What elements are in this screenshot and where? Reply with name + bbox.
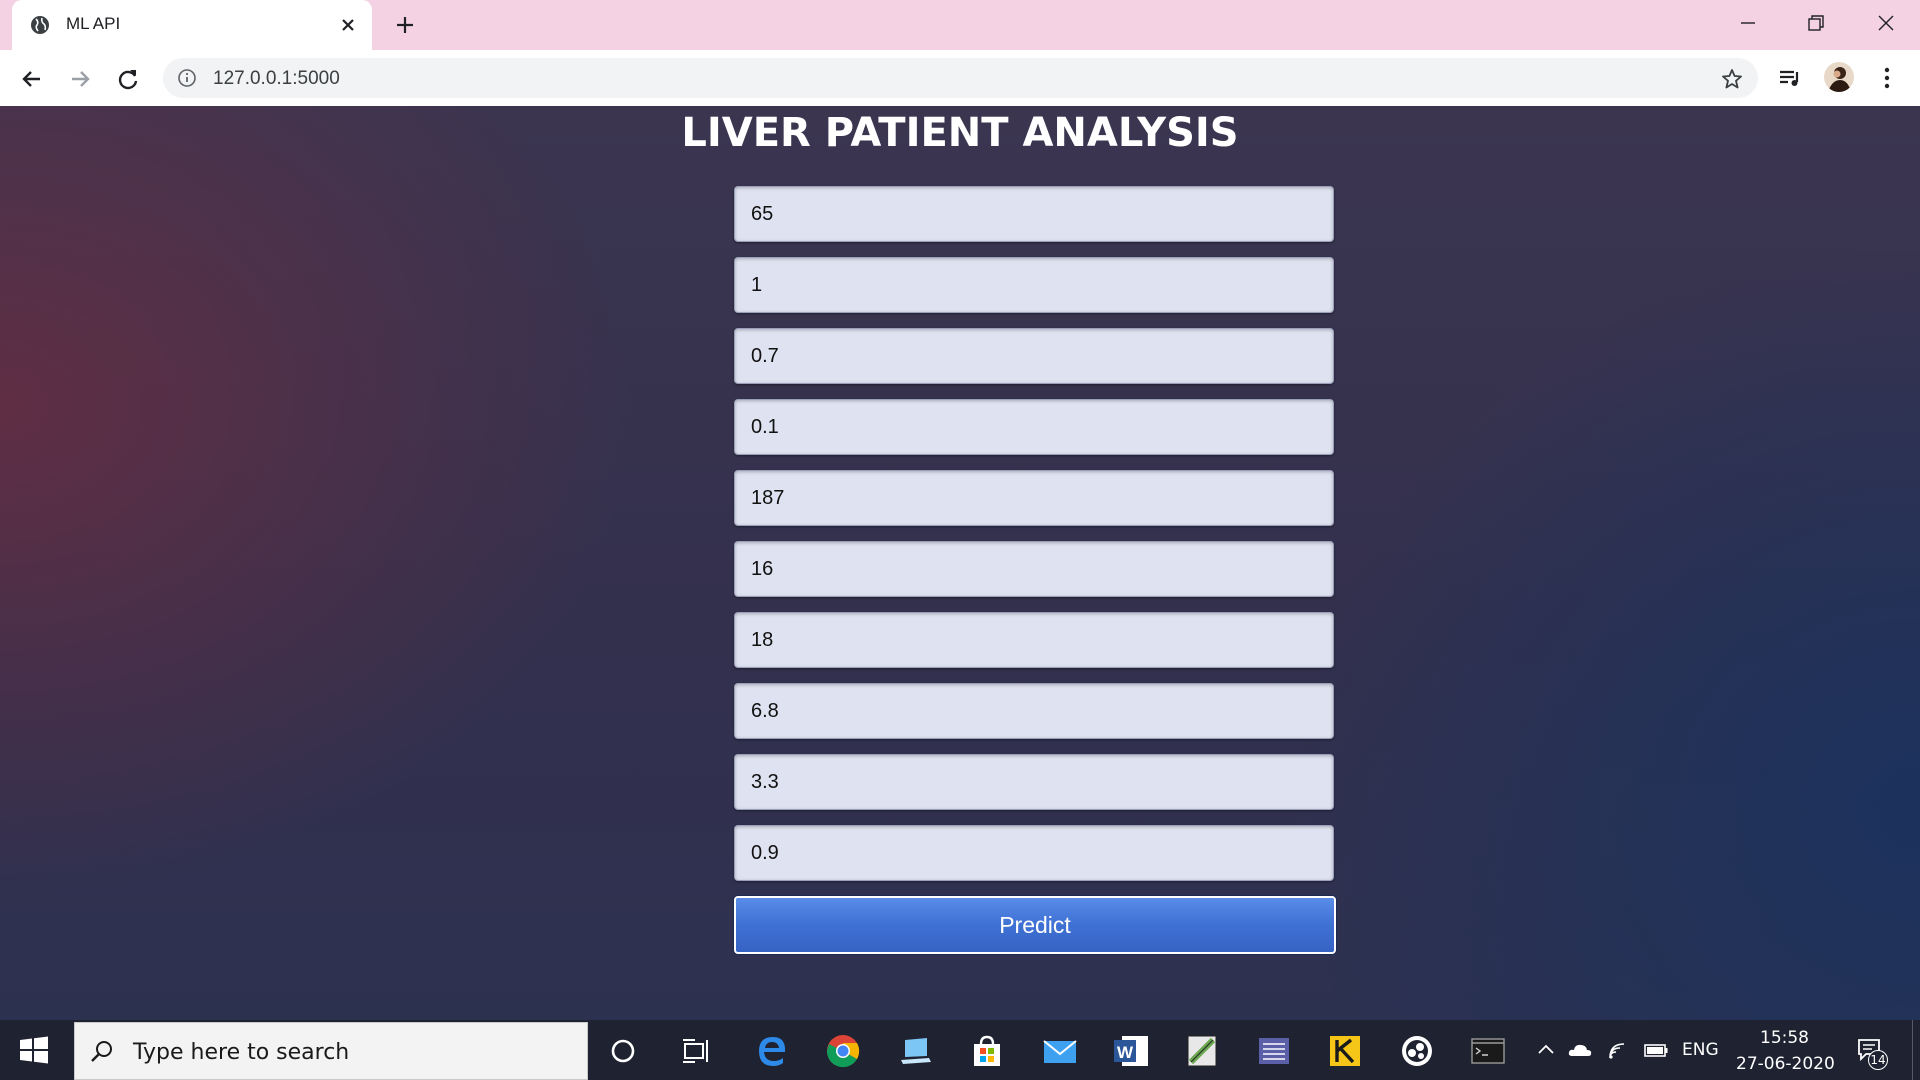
feature-input-10[interactable]: [734, 825, 1334, 881]
feature-input-6[interactable]: [734, 541, 1334, 597]
feature-input-4[interactable]: [734, 399, 1334, 455]
feature-input-2[interactable]: [734, 257, 1334, 313]
media-controls-icon[interactable]: [1776, 64, 1804, 92]
minimize-icon[interactable]: [1735, 10, 1761, 36]
app-chart-icon[interactable]: [1253, 1030, 1295, 1072]
feature-input-7[interactable]: [734, 612, 1334, 668]
url-text: 127.0.0.1:5000: [213, 68, 340, 89]
svg-text:W: W: [1117, 1043, 1134, 1062]
menu-kebab-icon[interactable]: [1873, 64, 1901, 92]
feature-input-9[interactable]: [734, 754, 1334, 810]
cortana-icon[interactable]: [602, 1030, 644, 1072]
battery-icon[interactable]: [1642, 1038, 1670, 1062]
predict-button[interactable]: Predict: [734, 896, 1336, 954]
windows-taskbar: Type here to search W ENG 15:58 27-06-20…: [0, 1020, 1920, 1080]
globe-icon: [31, 16, 49, 34]
close-tab-icon[interactable]: [336, 13, 360, 37]
obs-icon[interactable]: [1396, 1030, 1438, 1072]
reload-icon[interactable]: [114, 65, 142, 93]
clock[interactable]: 15:58 27-06-2020: [1730, 1024, 1835, 1078]
feature-input-1[interactable]: [734, 186, 1334, 242]
feature-input-8[interactable]: [734, 683, 1334, 739]
info-icon[interactable]: [177, 68, 197, 88]
search-placeholder: Type here to search: [133, 1040, 350, 1065]
edge-icon[interactable]: [752, 1030, 794, 1072]
show-desktop-button[interactable]: [1912, 1020, 1920, 1080]
word-icon[interactable]: W: [1110, 1030, 1152, 1072]
taskbar-search-box[interactable]: Type here to search: [74, 1022, 588, 1080]
profile-avatar[interactable]: [1824, 62, 1854, 92]
tab-strip: ML API: [0, 0, 1920, 50]
kite-icon[interactable]: [1324, 1030, 1366, 1072]
this-pc-icon[interactable]: [895, 1030, 937, 1072]
address-bar[interactable]: 127.0.0.1:5000: [163, 58, 1758, 98]
tab-title: ML API: [66, 14, 121, 33]
mail-icon[interactable]: [1039, 1030, 1081, 1072]
language-indicator[interactable]: ENG: [1682, 1040, 1719, 1060]
notepad-plus-plus-icon[interactable]: [1181, 1030, 1223, 1072]
restore-icon[interactable]: [1803, 10, 1829, 36]
wifi-icon[interactable]: [1606, 1038, 1632, 1062]
close-window-icon[interactable]: [1873, 10, 1899, 36]
back-icon[interactable]: [18, 65, 46, 93]
page-content: LIVER PATIENT ANALYSIS Predict: [0, 106, 1920, 1020]
clock-date: 27-06-2020: [1736, 1054, 1835, 1074]
clock-time: 15:58: [1760, 1028, 1809, 1048]
bookmark-star-icon[interactable]: [1720, 67, 1744, 91]
feature-input-3[interactable]: [734, 328, 1334, 384]
browser-toolbar: 127.0.0.1:5000: [0, 50, 1920, 106]
windows-start-icon[interactable]: [18, 1036, 50, 1064]
task-view-icon[interactable]: [675, 1030, 717, 1072]
show-hidden-icons-chevron-icon[interactable]: [1534, 1038, 1558, 1062]
microsoft-store-icon[interactable]: [966, 1030, 1008, 1072]
new-tab-icon[interactable]: [392, 12, 418, 38]
notification-badge: 14: [1868, 1050, 1888, 1070]
action-center-button[interactable]: 14: [1852, 1032, 1892, 1072]
forward-icon[interactable]: [66, 65, 94, 93]
chrome-icon[interactable]: [822, 1030, 864, 1072]
tab-ml-api[interactable]: ML API: [12, 0, 372, 50]
feature-input-5[interactable]: [734, 470, 1334, 526]
command-prompt-icon[interactable]: [1467, 1030, 1509, 1072]
page-title: LIVER PATIENT ANALYSIS: [681, 110, 1239, 156]
search-icon: [91, 1041, 112, 1062]
onedrive-icon[interactable]: [1566, 1038, 1594, 1062]
